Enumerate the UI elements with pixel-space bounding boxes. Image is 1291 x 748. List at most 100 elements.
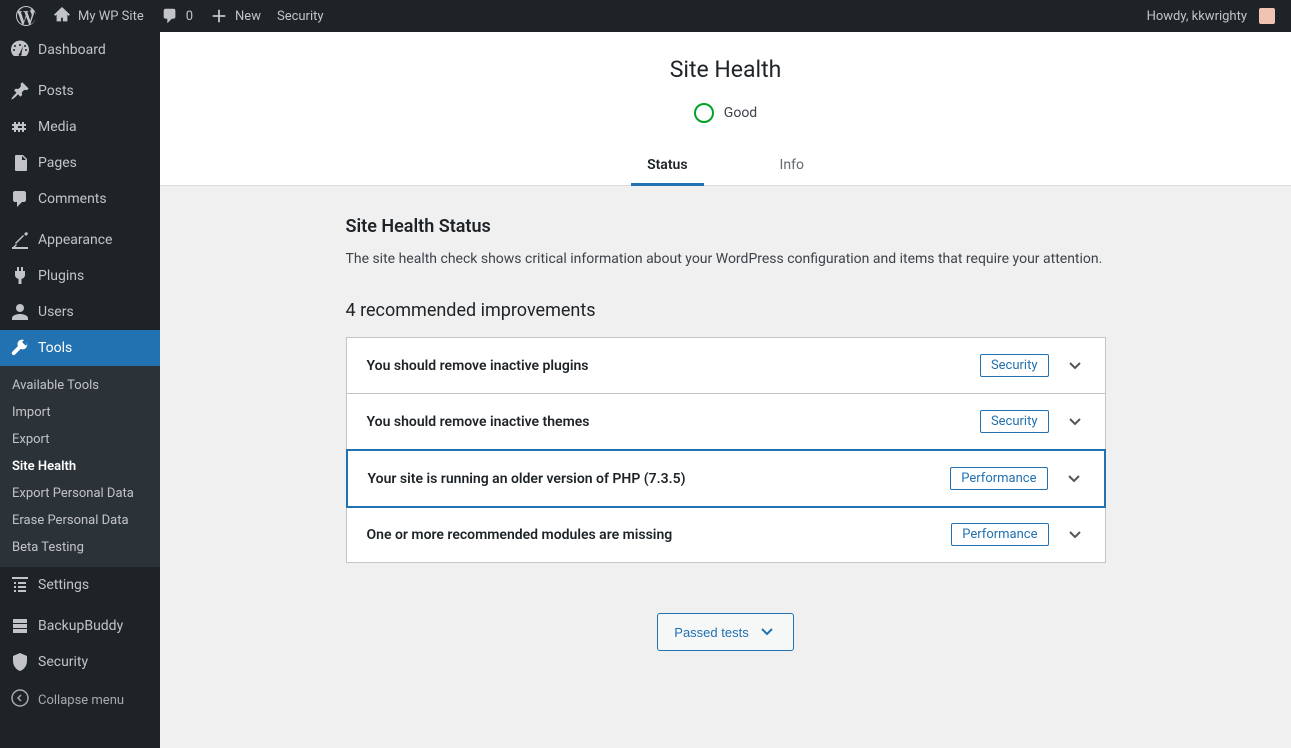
sidebar-item-pages[interactable]: Pages <box>0 145 160 181</box>
submenu-export[interactable]: Export <box>0 426 160 453</box>
sidebar-label: Plugins <box>38 268 84 284</box>
tools-submenu: Available Tools Import Export Site Healt… <box>0 366 160 567</box>
check-right: Performance <box>951 523 1084 546</box>
sidebar-item-posts[interactable]: Posts <box>0 73 160 109</box>
brush-icon <box>10 230 30 250</box>
sidebar-item-appearance[interactable]: Appearance <box>0 222 160 258</box>
site-name-link[interactable]: My WP Site <box>44 0 152 32</box>
sidebar-label: Posts <box>38 83 74 99</box>
media-icon <box>10 117 30 137</box>
passed-wrap: Passed tests <box>346 613 1106 651</box>
sidebar-item-plugins[interactable]: Plugins <box>0 258 160 294</box>
check-label: One or more recommended modules are miss… <box>367 527 673 543</box>
check-label: You should remove inactive plugins <box>367 358 589 374</box>
sidebar-item-security[interactable]: Security <box>0 644 160 680</box>
sidebar-label: Security <box>38 654 88 670</box>
pin-icon <box>10 81 30 101</box>
new-link[interactable]: New <box>201 0 269 32</box>
tabs: Status Info <box>160 147 1291 186</box>
dashboard-icon <box>10 40 30 60</box>
comment-count: 0 <box>186 9 193 24</box>
tab-status[interactable]: Status <box>631 147 703 185</box>
improvements-title: 4 recommended improvements <box>346 300 1106 321</box>
check-label: You should remove inactive themes <box>367 414 590 430</box>
check-label: Your site is running an older version of… <box>368 471 686 487</box>
submenu-available-tools[interactable]: Available Tools <box>0 372 160 399</box>
plugin-icon <box>10 266 30 286</box>
passed-tests-button[interactable]: Passed tests <box>657 613 793 651</box>
wp-logo[interactable] <box>8 0 44 32</box>
submenu-site-health[interactable]: Site Health <box>0 453 160 480</box>
site-name: My WP Site <box>78 9 144 24</box>
sidebar-label: Media <box>38 119 77 135</box>
check-item[interactable]: You should remove inactive plugins Securi… <box>347 338 1105 394</box>
sidebar-label: Comments <box>38 191 107 207</box>
sidebar-item-settings[interactable]: Settings <box>0 567 160 603</box>
health-status-text: Good <box>724 105 757 121</box>
chevron-down-icon <box>1065 525 1085 545</box>
comment-icon <box>160 6 180 26</box>
sidebar-item-dashboard[interactable]: Dashboard <box>0 32 160 68</box>
comments-icon <box>10 189 30 209</box>
check-badge: Security <box>980 354 1049 377</box>
collapse-menu[interactable]: Collapse menu <box>0 680 160 720</box>
sidebar-label: Tools <box>38 340 72 356</box>
health-indicator: Good <box>694 103 757 123</box>
submenu-erase-personal[interactable]: Erase Personal Data <box>0 507 160 534</box>
check-item[interactable]: You should remove inactive themes Securit… <box>347 394 1105 450</box>
sidebar-item-backupbuddy[interactable]: BackupBuddy <box>0 608 160 644</box>
backup-icon <box>10 616 30 636</box>
home-icon <box>52 6 72 26</box>
new-label: New <box>235 9 261 24</box>
check-badge: Security <box>980 410 1049 433</box>
page-title: Site Health <box>160 56 1291 83</box>
collapse-label: Collapse menu <box>38 693 124 708</box>
check-badge: Performance <box>950 467 1047 490</box>
wordpress-icon <box>16 6 36 26</box>
sidebar-label: Settings <box>38 577 89 593</box>
sidebar-item-tools[interactable]: Tools <box>0 330 160 366</box>
admin-bar-left: My WP Site 0 New Security <box>8 0 332 32</box>
content-body: Site Health Status The site health check… <box>326 186 1126 681</box>
tools-icon <box>10 338 30 358</box>
sidebar-item-media[interactable]: Media <box>0 109 160 145</box>
settings-icon <box>10 575 30 595</box>
plus-icon <box>209 6 229 26</box>
section-desc: The site health check shows critical inf… <box>346 249 1106 270</box>
check-panel: You should remove inactive plugins Securi… <box>346 337 1106 563</box>
check-item[interactable]: Your site is running an older version of… <box>346 449 1106 508</box>
sidebar-item-comments[interactable]: Comments <box>0 181 160 217</box>
shield-icon <box>10 652 30 672</box>
submenu-export-personal[interactable]: Export Personal Data <box>0 480 160 507</box>
users-icon <box>10 302 30 322</box>
sidebar-label: Users <box>38 304 74 320</box>
check-badge: Performance <box>951 523 1048 546</box>
health-circle-icon <box>694 103 714 123</box>
comments-link[interactable]: 0 <box>152 0 201 32</box>
chevron-down-icon <box>1065 412 1085 432</box>
passed-label: Passed tests <box>674 625 748 640</box>
admin-sidebar: Dashboard Posts Media Pages Comments App… <box>0 32 160 748</box>
sidebar-item-users[interactable]: Users <box>0 294 160 330</box>
howdy-text: Howdy, kkwrighty <box>1147 9 1247 24</box>
check-right: Security <box>980 354 1085 377</box>
security-bar-label: Security <box>277 9 324 24</box>
section-title: Site Health Status <box>346 216 1106 237</box>
security-bar-link[interactable]: Security <box>269 0 332 32</box>
page-icon <box>10 153 30 173</box>
main-content: Site Health Good Status Info Site Health… <box>160 32 1291 681</box>
admin-bar: My WP Site 0 New Security Howdy, kkwrigh… <box>0 0 1291 32</box>
health-header: Site Health Good Status Info <box>160 32 1291 186</box>
check-right: Performance <box>950 467 1083 490</box>
chevron-down-icon <box>757 622 777 642</box>
sidebar-label: BackupBuddy <box>38 618 123 634</box>
sidebar-label: Dashboard <box>38 42 106 58</box>
sidebar-label: Appearance <box>38 232 112 248</box>
tab-info[interactable]: Info <box>764 147 820 185</box>
avatar <box>1259 8 1275 24</box>
submenu-import[interactable]: Import <box>0 399 160 426</box>
check-item[interactable]: One or more recommended modules are miss… <box>347 507 1105 562</box>
check-right: Security <box>980 410 1085 433</box>
submenu-beta[interactable]: Beta Testing <box>0 534 160 561</box>
account-link[interactable]: Howdy, kkwrighty <box>1139 0 1283 32</box>
